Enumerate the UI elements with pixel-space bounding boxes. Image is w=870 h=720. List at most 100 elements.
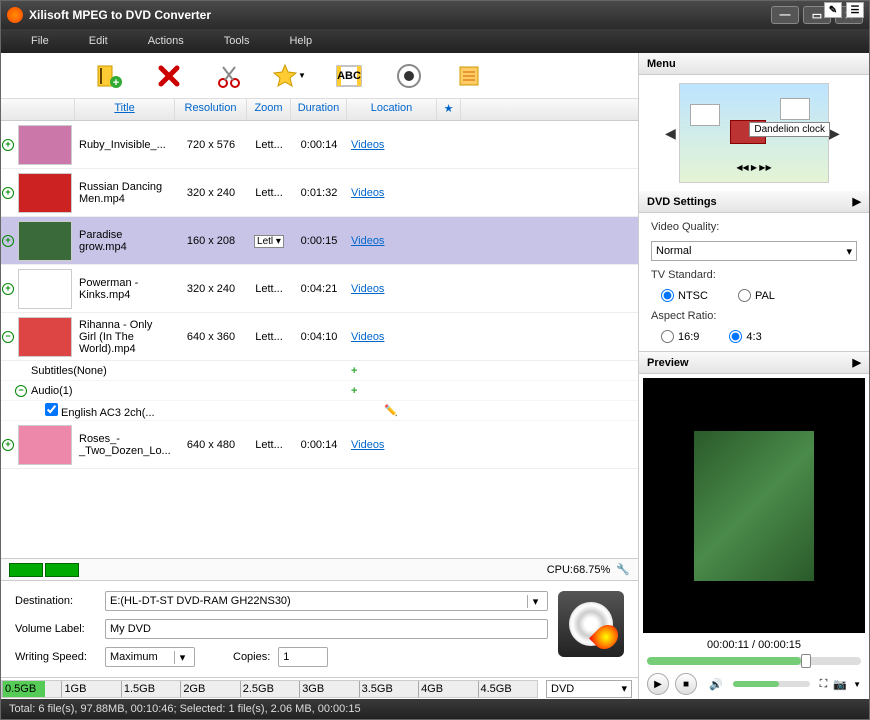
volume-label-input[interactable] xyxy=(105,619,548,639)
writing-speed-dropdown[interactable]: Maximum▾ xyxy=(105,647,195,667)
expand-toggle[interactable]: − xyxy=(1,331,15,343)
ntsc-radio[interactable]: NTSC xyxy=(661,289,708,302)
menu-actions[interactable]: Actions xyxy=(128,35,204,47)
menu-prev-button[interactable]: ◀ xyxy=(665,125,679,142)
menu-next-button[interactable]: ▶ xyxy=(829,125,843,142)
output-settings: Destination: E:(HL-DT-ST DVD-RAM GH22NS3… xyxy=(1,580,638,677)
cpu-graph-icon xyxy=(45,563,79,577)
file-location-link[interactable]: Videos xyxy=(351,331,384,343)
fullscreen-icon[interactable]: ⛶ xyxy=(820,678,828,691)
dvd-settings-expand-icon[interactable]: ▶ xyxy=(853,195,861,208)
col-star[interactable]: ★ xyxy=(437,99,461,120)
pal-radio[interactable]: PAL xyxy=(738,289,775,302)
col-title[interactable]: Title xyxy=(75,99,175,120)
play-button[interactable]: ▶ xyxy=(647,673,669,695)
file-row[interactable]: + Roses_-_Two_Dozen_Lo... 640 x 480 Lett… xyxy=(1,421,638,469)
col-location[interactable]: Location xyxy=(347,99,437,120)
file-row[interactable]: + Powerman - Kinks.mp4 320 x 240 Lett...… xyxy=(1,265,638,313)
file-row[interactable]: + Ruby_Invisible_... 720 x 576 Lett... 0… xyxy=(1,121,638,169)
audio-track-checkbox[interactable] xyxy=(45,403,58,416)
expand-toggle[interactable]: + xyxy=(1,235,15,247)
video-quality-dropdown[interactable]: Normal▾ xyxy=(651,241,857,261)
preview-panel: 00:00:11 / 00:00:15 ▶ ■ 🔊 ⛶ 📷 ▼ xyxy=(639,374,869,699)
menu-template-preview[interactable]: Dandelion clock ◀◀ ▶ ▶▶ xyxy=(679,83,829,183)
chevron-down-icon[interactable]: ▾ xyxy=(527,595,543,608)
preview-expand-icon[interactable]: ▶ xyxy=(853,356,861,369)
status-text: Total: 6 file(s), 97.88MB, 00:10:46; Sel… xyxy=(9,703,361,715)
file-location-link[interactable]: Videos xyxy=(351,235,384,247)
aspect-43-radio[interactable]: 4:3 xyxy=(729,330,761,343)
audio-track-row[interactable]: English AC3 2ch(...✏️ xyxy=(1,401,638,421)
cpu-graph-icon xyxy=(9,563,43,577)
chevron-down-icon[interactable]: ▾ xyxy=(174,651,190,664)
copies-input[interactable] xyxy=(278,647,328,667)
aspect-169-radio[interactable]: 16:9 xyxy=(661,330,699,343)
add-file-button[interactable]: + xyxy=(91,58,127,94)
file-zoom: Lett... xyxy=(247,439,291,451)
audio-row[interactable]: −Audio(1)+ xyxy=(1,381,638,401)
expand-toggle[interactable]: + xyxy=(1,439,15,451)
expand-toggle[interactable]: + xyxy=(1,187,15,199)
file-row[interactable]: + Paradise grow.mp4 160 x 208 Letl ▾ 0:0… xyxy=(1,217,638,265)
volume-slider[interactable] xyxy=(733,681,810,687)
size-tick: 1.5GB xyxy=(121,681,180,697)
burn-button[interactable] xyxy=(558,591,624,657)
file-zoom: Lett... xyxy=(247,187,291,199)
menu-edit-button[interactable]: ✎ xyxy=(824,2,842,18)
edit-audio-icon[interactable]: ✏️ xyxy=(384,404,398,417)
menu-edit[interactable]: Edit xyxy=(69,35,128,47)
col-resolution[interactable]: Resolution xyxy=(175,99,247,120)
app-title: Xilisoft MPEG to DVD Converter xyxy=(29,8,767,22)
file-row[interactable]: + Russian Dancing Men.mp4 320 x 240 Lett… xyxy=(1,169,638,217)
file-location-link[interactable]: Videos xyxy=(351,283,384,295)
properties-button[interactable] xyxy=(451,58,487,94)
volume-icon[interactable]: 🔊 xyxy=(709,678,723,691)
file-location-link[interactable]: Videos xyxy=(351,187,384,199)
file-resolution: 160 x 208 xyxy=(175,235,247,247)
chevron-down-icon[interactable]: ▾ xyxy=(621,682,627,695)
file-duration: 0:04:10 xyxy=(291,331,347,343)
media-dropdown[interactable]: DVD▾ xyxy=(546,680,632,698)
menu-list-button[interactable]: ☰ xyxy=(846,2,864,18)
expand-toggle[interactable]: + xyxy=(1,139,15,151)
effects-button[interactable]: ▼ xyxy=(271,58,307,94)
disc-burn-icon xyxy=(569,602,613,646)
slider-knob-icon[interactable] xyxy=(801,654,811,668)
file-title: Ruby_Invisible_... xyxy=(75,139,175,151)
size-tick: 3GB xyxy=(299,681,358,697)
file-location-link[interactable]: Videos xyxy=(351,139,384,151)
cpu-settings-icon[interactable]: 🔧 xyxy=(616,563,630,576)
menu-section-header: Menu ✎ ☰ xyxy=(639,53,869,75)
destination-dropdown[interactable]: E:(HL-DT-ST DVD-RAM GH22NS30)▾ xyxy=(105,591,548,611)
column-headers: Title Resolution Zoom Duration Location … xyxy=(1,99,638,121)
toolbar: + ▼ ABC xyxy=(1,53,638,99)
col-duration[interactable]: Duration xyxy=(291,99,347,120)
snapshot-icon[interactable]: 📷 xyxy=(833,678,847,691)
minimize-button[interactable]: — xyxy=(771,6,799,24)
titlebar: Xilisoft MPEG to DVD Converter — ▭ ✕ xyxy=(1,1,869,29)
add-audio-icon[interactable]: + xyxy=(351,385,357,397)
file-title: Paradise grow.mp4 xyxy=(75,229,175,253)
file-resolution: 320 x 240 xyxy=(175,187,247,199)
menu-tools[interactable]: Tools xyxy=(204,35,270,47)
zoom-dropdown[interactable]: Letl ▾ xyxy=(254,235,284,248)
thumbnail xyxy=(18,125,72,165)
thumbnail xyxy=(18,221,72,261)
subtitles-row[interactable]: Subtitles(None)+ xyxy=(1,361,638,381)
chevron-down-icon[interactable]: ▾ xyxy=(846,245,852,258)
menu-file[interactable]: File xyxy=(11,35,69,47)
col-zoom[interactable]: Zoom xyxy=(247,99,291,120)
record-button[interactable] xyxy=(391,58,427,94)
menu-help[interactable]: Help xyxy=(269,35,332,47)
subtitle-button[interactable]: ABC xyxy=(331,58,367,94)
collapse-audio-icon[interactable]: − xyxy=(15,385,27,397)
aspect-ratio-label: Aspect Ratio: xyxy=(651,310,857,322)
stop-button[interactable]: ■ xyxy=(675,673,697,695)
add-subtitle-icon[interactable]: + xyxy=(351,365,357,377)
cut-button[interactable] xyxy=(211,58,247,94)
delete-button[interactable] xyxy=(151,58,187,94)
expand-toggle[interactable]: + xyxy=(1,283,15,295)
preview-seek-slider[interactable] xyxy=(647,657,861,665)
file-location-link[interactable]: Videos xyxy=(351,439,384,451)
file-row[interactable]: − Rihanna - Only Girl (In The World).mp4… xyxy=(1,313,638,361)
